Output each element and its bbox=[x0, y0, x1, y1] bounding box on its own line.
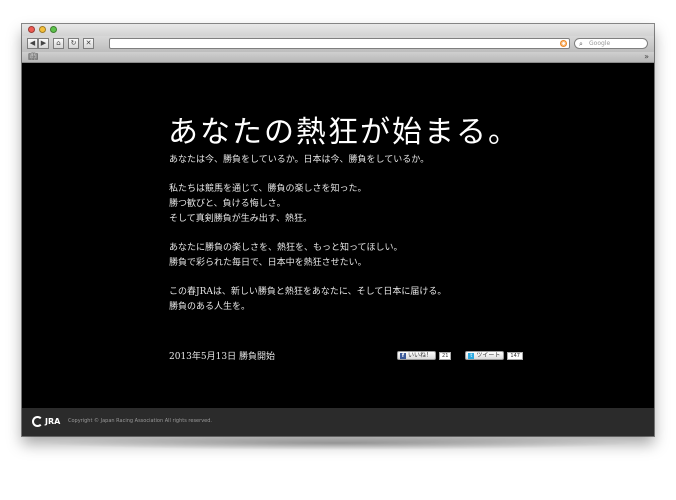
jra-logo[interactable]: JRA bbox=[32, 416, 60, 427]
headline: あなたの熱狂が始まる。 bbox=[168, 115, 520, 150]
tweet-label: ツイート bbox=[476, 352, 501, 359]
window-controls bbox=[28, 26, 57, 33]
browser-window: ◀ ▶ ⌂ ↻ ✕ ◉ ⌕ Google 📖︎ » あなたの熱狂が始まる。 あな… bbox=[22, 24, 654, 436]
reload-button[interactable]: ↻ bbox=[68, 38, 79, 49]
reload-icon: ↻ bbox=[70, 39, 77, 47]
launch-date: 2013年5月13日 勝負開始 bbox=[169, 352, 275, 362]
zoom-window-button[interactable] bbox=[50, 26, 57, 33]
logo-text: JRA bbox=[45, 417, 61, 426]
tweet-button[interactable]: t ツイート bbox=[465, 351, 505, 360]
triangle-left-icon: ◀ bbox=[29, 39, 36, 47]
close-window-button[interactable] bbox=[28, 26, 35, 33]
forward-button[interactable]: ▶ bbox=[38, 38, 49, 49]
copyright-text: Copyright © Japan Racing Association All… bbox=[68, 418, 212, 424]
stop-icon: ✕ bbox=[85, 39, 92, 47]
double-chevron-icon[interactable]: » bbox=[644, 52, 649, 62]
address-bar[interactable]: ◉ bbox=[109, 38, 570, 49]
triangle-right-icon: ▶ bbox=[40, 39, 47, 47]
browser-toolbar: ◀ ▶ ⌂ ↻ ✕ ◉ ⌕ Google bbox=[22, 36, 654, 52]
title-bar bbox=[22, 24, 654, 36]
social-buttons: f いいね！ 21 t ツイート 147 bbox=[397, 351, 523, 360]
back-button[interactable]: ◀ bbox=[27, 38, 38, 49]
magnifier-icon: ⌕ bbox=[579, 40, 583, 48]
facebook-like-button[interactable]: f いいね！ bbox=[397, 351, 437, 360]
page-content: あなたの熱狂が始まる。 あなたは今、勝負をしているか。日本は今、勝負をしているか… bbox=[22, 63, 654, 408]
rss-icon[interactable]: ◉ bbox=[560, 40, 567, 47]
minimize-window-button[interactable] bbox=[39, 26, 46, 33]
text-line: あなたに勝負の楽しさを、熱狂を、もっと知ってほしい。 bbox=[169, 243, 403, 253]
paragraph: 私たちは競馬を通じて、勝負の楽しさを知った。 勝つ歓びと、負ける悔しさ。 そして… bbox=[169, 182, 589, 227]
horseshoe-logo-icon bbox=[32, 416, 43, 427]
twitter-bird-icon: t bbox=[468, 352, 475, 359]
text-line: 勝負のある人生を。 bbox=[169, 302, 251, 312]
like-count: 21 bbox=[439, 351, 452, 360]
text-line: 勝負で彩られた毎日で、日本中を熱狂させたい。 bbox=[169, 258, 367, 268]
facebook-icon: f bbox=[400, 352, 406, 359]
body-copy: あなたは今、勝負をしているか。日本は今、勝負をしているか。 私たちは競馬を通じて… bbox=[169, 153, 589, 329]
text-line: そして真剣勝負が生み出す、熱狂。 bbox=[169, 214, 313, 224]
stop-button[interactable]: ✕ bbox=[83, 38, 94, 49]
like-label: いいね！ bbox=[408, 352, 433, 359]
paragraph: あなたは今、勝負をしているか。日本は今、勝負をしているか。 bbox=[169, 153, 589, 168]
text-line: 勝つ歓びと、負ける悔しさ。 bbox=[169, 199, 286, 209]
text-line: あなたは今、勝負をしているか。日本は今、勝負をしているか。 bbox=[169, 155, 430, 165]
home-icon: ⌂ bbox=[56, 39, 61, 47]
page-footer: JRA Copyright © Japan Racing Association… bbox=[22, 408, 654, 436]
search-field[interactable]: ⌕ Google bbox=[574, 38, 648, 49]
paragraph: この春JRAは、新しい勝負と熱狂をあなたに、そして日本に届ける。 勝負のある人生… bbox=[169, 285, 589, 315]
book-icon[interactable]: 📖︎ bbox=[28, 52, 38, 62]
home-button[interactable]: ⌂ bbox=[53, 38, 64, 49]
text-line: この春JRAは、新しい勝負と熱狂をあなたに、そして日本に届ける。 bbox=[169, 287, 447, 297]
paragraph: あなたに勝負の楽しさを、熱狂を、もっと知ってほしい。 勝負で彩られた毎日で、日本… bbox=[169, 241, 589, 271]
search-placeholder: Google bbox=[589, 40, 611, 47]
window-shadow bbox=[40, 436, 636, 450]
bookmarks-bar: 📖︎ » bbox=[22, 52, 654, 63]
nav-buttons: ◀ ▶ ⌂ ↻ ✕ bbox=[27, 38, 94, 49]
tweet-count: 147 bbox=[507, 351, 523, 360]
text-line: 私たちは競馬を通じて、勝負の楽しさを知った。 bbox=[169, 184, 367, 194]
